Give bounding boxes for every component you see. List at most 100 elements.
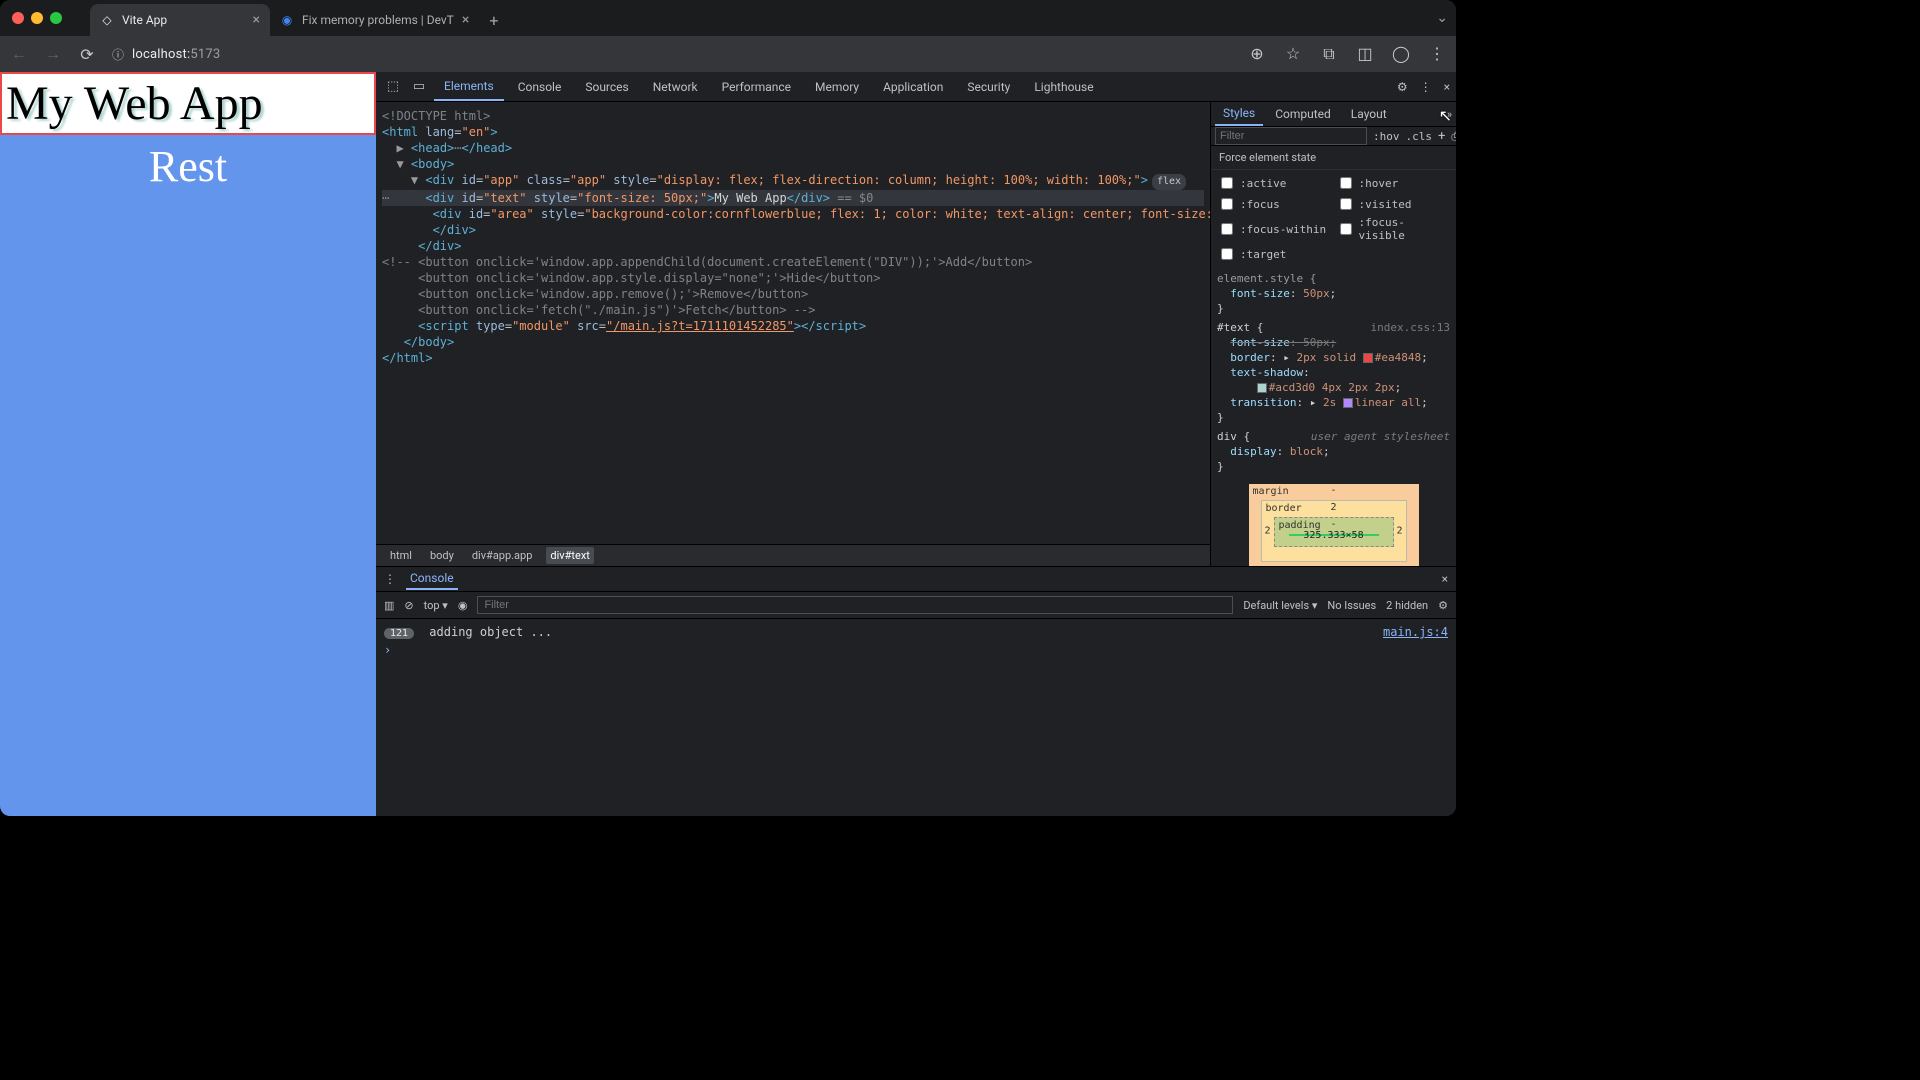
close-window-icon[interactable] (12, 12, 24, 24)
styles-filter-input[interactable] (1215, 127, 1367, 145)
styles-tab-layout[interactable]: Layout (1343, 103, 1395, 125)
close-devtools-icon[interactable]: × (1444, 80, 1450, 94)
console-filter-input[interactable] (477, 596, 1233, 614)
extensions-icon[interactable]: ⧉ (1320, 44, 1338, 64)
live-expression-icon[interactable]: ◉ (458, 599, 468, 612)
favicon-icon: ◉ (280, 13, 294, 27)
devtools-tab-performance[interactable]: Performance (712, 74, 801, 100)
forward-button[interactable]: → (44, 44, 62, 64)
log-levels-selector[interactable]: Default levels ▾ (1243, 599, 1317, 612)
devtools-tab-sources[interactable]: Sources (575, 74, 638, 100)
reload-button[interactable]: ⟳ (78, 45, 96, 64)
bookmark-icon[interactable]: ☆ (1284, 44, 1302, 64)
browser-tab-active[interactable]: ◇ Vite App × (90, 4, 270, 36)
zoom-icon[interactable]: ⊕ (1248, 44, 1266, 64)
drawer-menu-icon[interactable]: ⋮ (384, 572, 396, 586)
breadcrumb-item-current[interactable]: div#text (546, 547, 593, 564)
state-focus-within[interactable]: :focus-within (1217, 216, 1332, 242)
side-panel-icon[interactable]: ◫ (1356, 44, 1374, 64)
state-target[interactable]: :target (1217, 245, 1332, 263)
browser-tab[interactable]: ◉ Fix memory problems | DevT × (270, 4, 479, 36)
breadcrumb[interactable]: html body div#app.app div#text (376, 544, 1210, 566)
state-focus-visible[interactable]: :focus-visible (1336, 216, 1451, 242)
devtools-tab-lighthouse[interactable]: Lighthouse (1024, 74, 1103, 100)
console-message[interactable]: 121 adding object ... main.js:4 (384, 625, 1448, 639)
issues-indicator[interactable]: No Issues (1327, 599, 1376, 612)
state-hover[interactable]: :hover (1336, 174, 1451, 192)
close-tab-icon[interactable]: × (462, 12, 469, 28)
devtools-tab-elements[interactable]: Elements (434, 73, 504, 101)
breadcrumb-item[interactable]: div#app.app (468, 547, 537, 564)
hidden-count[interactable]: 2 hidden (1386, 599, 1428, 612)
console-settings-icon[interactable]: ⚙ (1438, 599, 1448, 612)
rule-selector[interactable]: div { (1217, 430, 1250, 443)
site-info-icon[interactable]: ⓘ (112, 46, 124, 63)
url-port: 5173 (190, 47, 220, 62)
breadcrumb-item[interactable]: body (426, 547, 458, 564)
address-bar[interactable]: ⓘ localhost:5173 (112, 46, 1232, 63)
drawer-tab-console[interactable]: Console (406, 568, 458, 590)
state-active[interactable]: :active (1217, 174, 1332, 192)
dom-line[interactable]: </div> (382, 238, 1204, 254)
more-icon[interactable]: ⋮ (1420, 80, 1432, 94)
dom-line[interactable]: ▼ <body> (382, 156, 1204, 172)
state-focus[interactable]: :focus (1217, 195, 1332, 213)
dom-line[interactable]: <div id="area" style="background-color:c… (382, 206, 1204, 238)
rule-selector[interactable]: element.style { (1217, 272, 1316, 285)
console-prompt[interactable]: › (384, 643, 1448, 657)
repeat-count-badge: 121 (384, 628, 414, 639)
context-selector[interactable]: top ▾ (424, 599, 448, 612)
new-tab-button[interactable]: + (479, 5, 508, 36)
maximize-window-icon[interactable] (50, 12, 62, 24)
inspect-icon[interactable]: ⬚ (382, 79, 404, 94)
menu-icon[interactable]: ⋮ (1428, 44, 1446, 64)
devtools-tab-console[interactable]: Console (508, 74, 572, 100)
styles-tab-computed[interactable]: Computed (1267, 103, 1339, 125)
devtools-tab-memory[interactable]: Memory (805, 74, 869, 100)
clear-console-icon[interactable]: ⊘ (404, 599, 413, 612)
breadcrumb-item[interactable]: html (386, 547, 416, 564)
close-tab-icon[interactable]: × (253, 12, 260, 28)
dom-line[interactable]: <html lang="en"> (382, 124, 1204, 140)
new-style-rule-icon[interactable]: + (1438, 129, 1445, 144)
window-menu-icon[interactable]: ⌄ (1436, 10, 1448, 26)
dom-comment[interactable]: <!-- <button onclick='window.app.appendC… (382, 254, 1204, 270)
console-source-link[interactable]: main.js:4 (1383, 625, 1448, 639)
box-margin-label: margin (1253, 486, 1289, 497)
traffic-lights[interactable] (8, 12, 62, 24)
cls-toggle[interactable]: .cls (1406, 130, 1433, 143)
devtools-tab-network[interactable]: Network (643, 74, 708, 100)
back-button[interactable]: ← (10, 44, 28, 64)
dom-line[interactable]: ▶ <head>⋯</head> (382, 140, 1204, 156)
profile-icon[interactable]: ◯ (1392, 44, 1410, 64)
dom-line[interactable]: ▼ <div id="app" class="app" style="displ… (382, 172, 1204, 190)
dom-line[interactable]: </html> (382, 350, 1204, 366)
hov-toggle[interactable]: :hov (1373, 130, 1400, 143)
devtools-tab-application[interactable]: Application (873, 74, 953, 100)
close-drawer-icon[interactable]: × (1442, 572, 1448, 586)
dom-comment[interactable]: <button onclick='window.app.remove();'>R… (382, 286, 1204, 302)
dom-line-selected[interactable]: ⋯ <div id="text" style="font-size: 50px;… (382, 190, 1204, 206)
minimize-window-icon[interactable] (31, 12, 43, 24)
dom-comment[interactable]: <button onclick='window.app.style.displa… (382, 270, 1204, 286)
devtools-tab-security[interactable]: Security (957, 74, 1020, 100)
settings-icon[interactable]: ⚙ (1397, 80, 1408, 94)
source-link[interactable]: index.css:13 (1371, 320, 1450, 335)
dom-line[interactable]: </body> (382, 334, 1204, 350)
console-output[interactable]: 121 adding object ... main.js:4 › (376, 619, 1456, 816)
device-toggle-icon[interactable]: ▭ (408, 79, 430, 94)
dom-line[interactable]: <script type="module" src="/main.js?t=17… (382, 318, 1204, 334)
print-media-icon[interactable]: ⎙ (1451, 129, 1456, 144)
box-model[interactable]: margin - border 2 2 2 padding - 325. (1249, 484, 1419, 566)
force-state-header: Force element state (1211, 146, 1456, 170)
state-visited[interactable]: :visited (1336, 195, 1451, 213)
dom-comment[interactable]: <button onclick='fetch("./main.js")'>Fet… (382, 302, 1204, 318)
dom-line[interactable]: <!DOCTYPE html> (382, 108, 1204, 124)
rule-selector[interactable]: #text { (1217, 321, 1263, 334)
tab-title: Vite App (122, 13, 167, 27)
flex-badge[interactable]: flex (1152, 174, 1186, 190)
style-rules[interactable]: element.style { font-size: 50px; } #text… (1211, 271, 1456, 474)
elements-tree[interactable]: <!DOCTYPE html> <html lang="en"> ▶ <head… (376, 102, 1210, 544)
console-sidebar-icon[interactable]: ▥ (384, 599, 394, 612)
styles-tab-styles[interactable]: Styles (1215, 102, 1263, 126)
